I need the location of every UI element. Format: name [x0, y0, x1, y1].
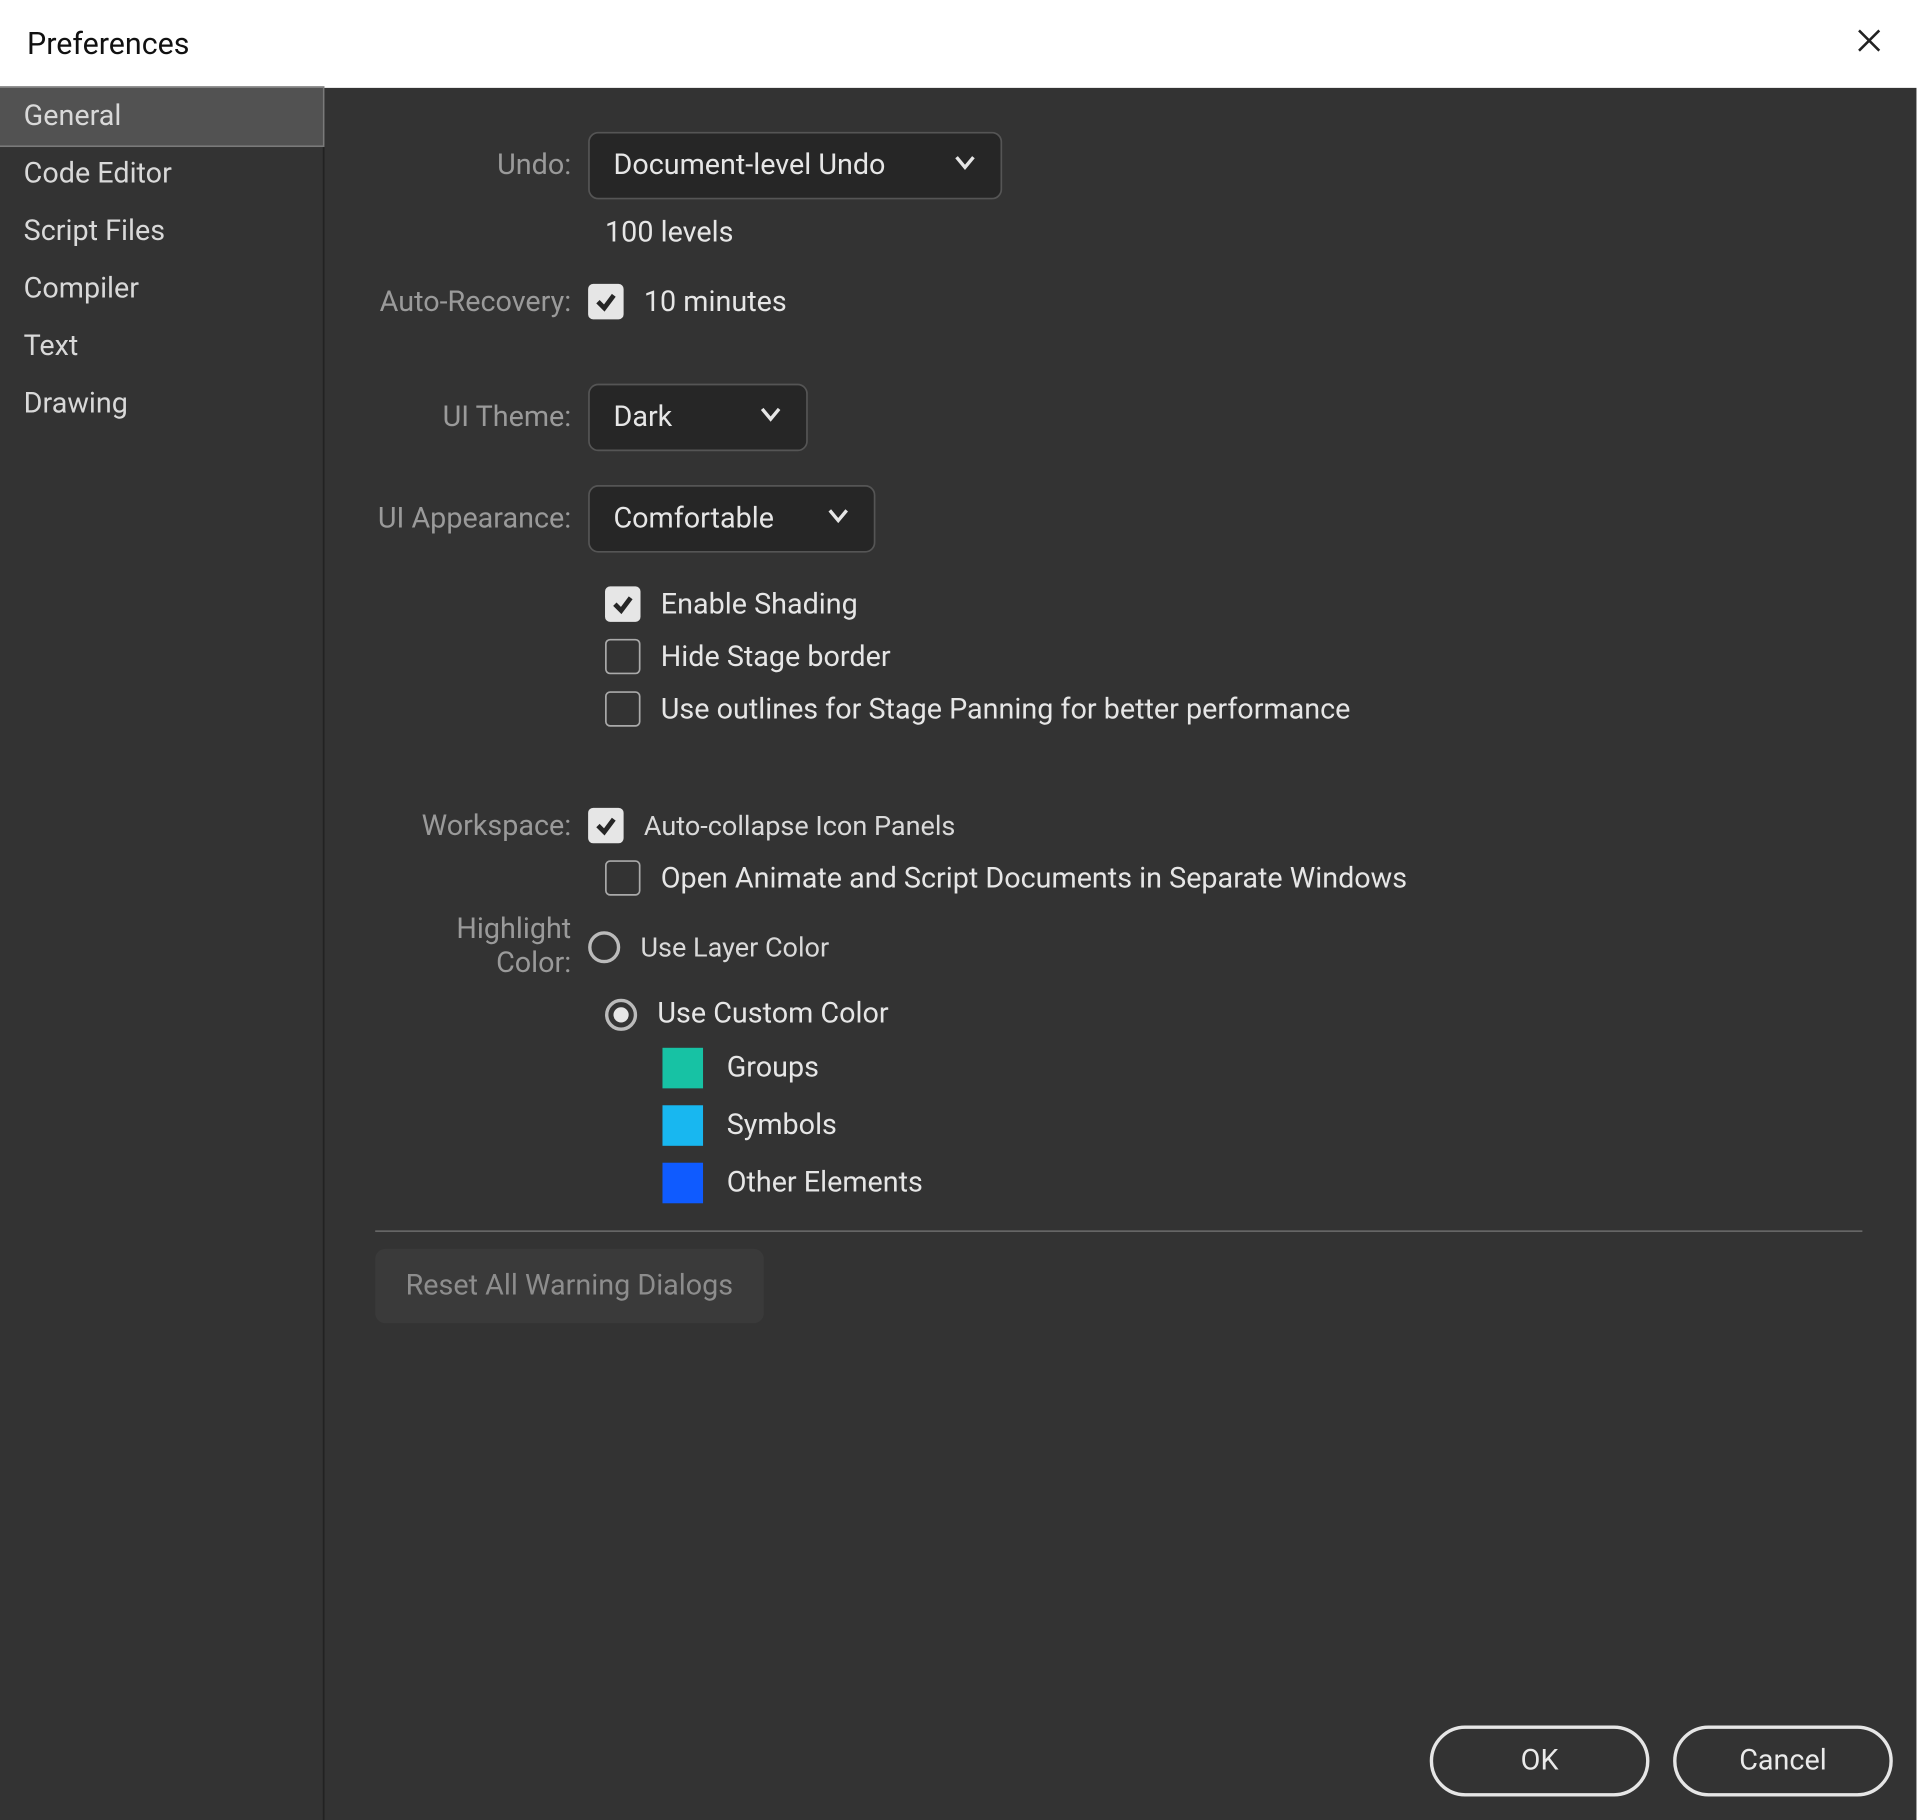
undo-label: Undo: — [375, 149, 588, 183]
sidebar-item-label: Script Files — [24, 215, 165, 249]
enable-shading-checkbox[interactable] — [605, 586, 640, 621]
title-bar: Preferences — [0, 0, 1916, 88]
sidebar-item-label: Compiler — [24, 272, 139, 306]
workspace-label: Workspace: — [375, 809, 588, 843]
sidebar-item-label: General — [24, 100, 122, 134]
preferences-dialog: Preferences General Code Editor Script F… — [0, 0, 1916, 1820]
ui-appearance-select[interactable]: Comfortable — [588, 485, 875, 553]
close-icon — [1856, 27, 1883, 61]
use-outlines-checkbox[interactable] — [605, 691, 640, 726]
dialog-title: Preferences — [27, 26, 189, 61]
preferences-panel: Undo: Document-level Undo 100 levels — [324, 88, 1916, 1820]
close-button[interactable] — [1849, 24, 1890, 65]
divider — [375, 1230, 1862, 1232]
sidebar-item-label: Code Editor — [24, 157, 172, 191]
chevron-down-icon — [826, 502, 850, 536]
symbols-color-swatch[interactable] — [662, 1105, 703, 1146]
sidebar-item-compiler[interactable]: Compiler — [0, 260, 323, 317]
groups-label: Groups — [727, 1051, 819, 1085]
reset-warnings-label: Reset All Warning Dialogs — [406, 1269, 734, 1303]
undo-select[interactable]: Document-level Undo — [588, 132, 1002, 200]
other-elements-label: Other Elements — [727, 1166, 923, 1200]
auto-recovery-checkbox[interactable] — [588, 284, 623, 319]
ui-theme-select-value: Dark — [613, 401, 672, 435]
undo-select-value: Document-level Undo — [613, 149, 885, 183]
other-elements-color-swatch[interactable] — [662, 1163, 703, 1204]
highlight-color-label: Highlight Color: — [375, 913, 588, 981]
sidebar-item-script-files[interactable]: Script Files — [0, 203, 323, 260]
hide-stage-border-checkbox[interactable] — [605, 639, 640, 674]
sidebar-item-code-editor[interactable]: Code Editor — [0, 145, 323, 202]
auto-recovery-value: 10 minutes — [644, 285, 787, 319]
sidebar-item-general[interactable]: General — [0, 88, 323, 145]
sidebar-item-text[interactable]: Text — [0, 318, 323, 375]
ui-theme-select[interactable]: Dark — [588, 384, 808, 452]
hide-stage-border-label: Hide Stage border — [661, 640, 891, 674]
use-custom-color-radio[interactable] — [605, 998, 637, 1030]
sidebar: General Code Editor Script Files Compile… — [0, 88, 324, 1820]
sidebar-item-label: Text — [24, 330, 79, 364]
auto-recovery-label: Auto-Recovery: — [375, 285, 588, 319]
separate-windows-label: Open Animate and Script Documents in Sep… — [661, 861, 1407, 895]
groups-color-swatch[interactable] — [662, 1048, 703, 1089]
auto-collapse-label: Auto-collapse Icon Panels — [644, 810, 955, 842]
symbols-label: Symbols — [727, 1109, 837, 1143]
use-layer-color-label: Use Layer Color — [641, 930, 830, 962]
use-custom-color-label: Use Custom Color — [657, 997, 888, 1031]
sidebar-item-drawing[interactable]: Drawing — [0, 375, 323, 432]
use-layer-color-radio[interactable] — [588, 930, 620, 962]
auto-collapse-checkbox[interactable] — [588, 808, 623, 843]
reset-warnings-button[interactable]: Reset All Warning Dialogs — [375, 1249, 763, 1323]
enable-shading-label: Enable Shading — [661, 587, 858, 621]
undo-levels-text: 100 levels — [605, 216, 733, 250]
ui-appearance-label: UI Appearance: — [375, 502, 588, 536]
ok-button-label: OK — [1521, 1744, 1559, 1778]
ui-theme-label: UI Theme: — [375, 401, 588, 435]
chevron-down-icon — [759, 401, 783, 435]
cancel-button-label: Cancel — [1739, 1744, 1826, 1778]
sidebar-item-label: Drawing — [24, 387, 128, 421]
ui-appearance-select-value: Comfortable — [613, 502, 773, 536]
ok-button[interactable]: OK — [1430, 1725, 1650, 1796]
use-outlines-label: Use outlines for Stage Panning for bette… — [661, 692, 1351, 726]
dialog-footer: OK Cancel — [1430, 1725, 1893, 1796]
cancel-button[interactable]: Cancel — [1673, 1725, 1893, 1796]
chevron-down-icon — [953, 149, 977, 183]
separate-windows-checkbox[interactable] — [605, 860, 640, 895]
